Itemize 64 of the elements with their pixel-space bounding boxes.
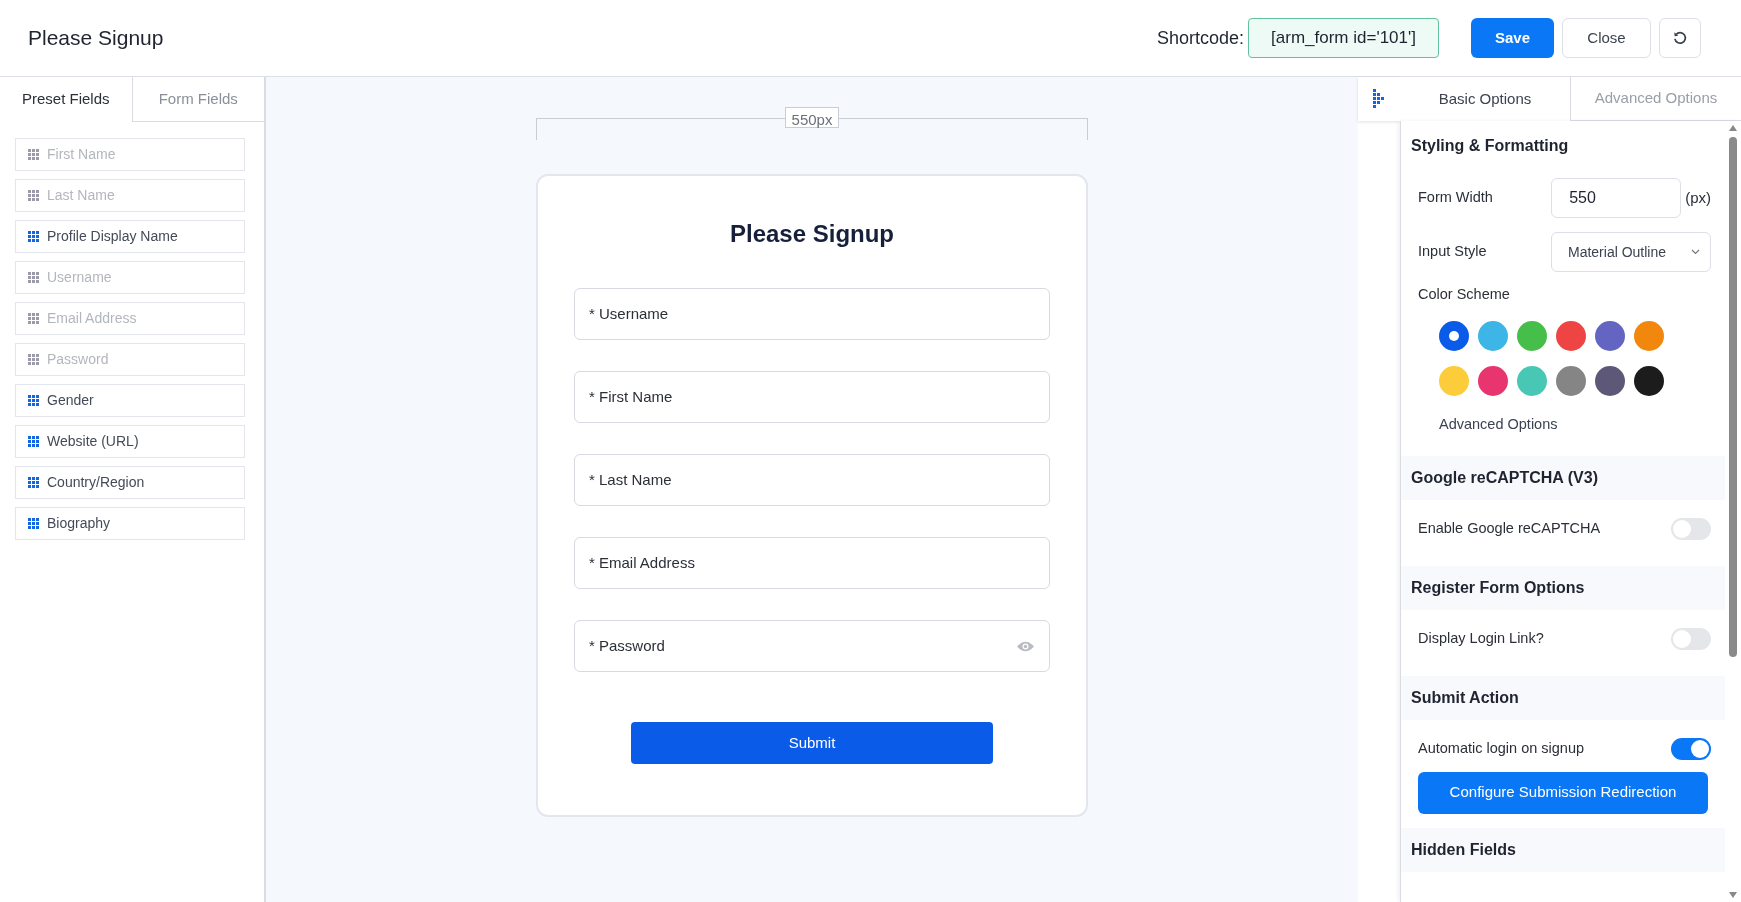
unit-label: (px) (1685, 187, 1711, 208)
panel-toggle-tab[interactable] (1358, 77, 1400, 121)
toggle-label: Enable Google reCAPTCHA (1418, 518, 1601, 538)
grid-icon (28, 231, 39, 242)
form-title: Please Signup (728, 219, 896, 249)
toggle-label: Display Login Link? (1418, 628, 1544, 648)
grid-icon (28, 313, 39, 324)
color-swatch[interactable] (1517, 320, 1547, 351)
color-swatch[interactable] (1517, 365, 1547, 396)
color-swatch[interactable] (1595, 320, 1625, 351)
color-swatch[interactable] (1439, 320, 1469, 351)
grid-icon (28, 190, 39, 201)
preset-field-item[interactable]: Country/Region (15, 466, 245, 499)
field-label: Input Style (1418, 242, 1487, 262)
password-field[interactable]: * Password (574, 620, 1050, 672)
section-heading: Hidden Fields (1401, 827, 1725, 872)
preset-field-item[interactable]: Website (URL) (15, 425, 245, 458)
grid-icon (28, 436, 39, 447)
color-swatch[interactable] (1556, 320, 1586, 351)
style-select[interactable]: Material Outline (1551, 232, 1711, 272)
input-field[interactable]: * First Name (574, 371, 1050, 423)
page-title: Please Signup (28, 25, 164, 52)
color-swatch[interactable] (1595, 365, 1625, 396)
configure-button[interactable]: Configure Submission Redirection (1418, 771, 1708, 814)
grid-icon (28, 477, 39, 488)
color-swatch[interactable] (1634, 320, 1664, 351)
color-swatch[interactable] (1478, 320, 1508, 351)
section-heading: Google reCAPTCHA (V3) (1401, 455, 1725, 500)
input-field[interactable]: * Last Name (574, 454, 1050, 506)
input-field[interactable]: * Username (574, 288, 1050, 340)
input-field[interactable]: * Email Address (574, 537, 1050, 589)
toggle-label: Automatic login on signup (1418, 738, 1585, 758)
grid-icon (28, 354, 39, 365)
color-swatch[interactable] (1439, 365, 1469, 396)
field-label: Form Width (1418, 188, 1493, 208)
shortcode-field[interactable]: [arm_form id='101'] (1248, 18, 1439, 58)
grid-icon (28, 272, 39, 283)
grid-icon (28, 518, 39, 529)
close-button[interactable]: Close (1562, 18, 1651, 58)
reset-icon (1673, 31, 1687, 45)
preset-field-item[interactable]: Biography (15, 507, 245, 540)
field-label: Color Scheme (1417, 285, 1511, 304)
color-swatch[interactable] (1556, 365, 1586, 396)
save-button[interactable]: Save (1471, 18, 1554, 58)
submit-button[interactable]: Submit (631, 722, 993, 764)
advanced-options-link[interactable]: Advanced Options (1439, 413, 1558, 436)
section-heading: Register Form Options (1401, 565, 1725, 610)
preset-field-item[interactable]: Gender (15, 384, 245, 417)
width-input[interactable]: 550 (1551, 178, 1682, 218)
grid-icon (28, 149, 39, 160)
shortcode-label: Shortcode: (1157, 26, 1245, 50)
toggle-switch[interactable] (1671, 517, 1711, 540)
toggle-switch[interactable] (1671, 627, 1711, 650)
color-swatch[interactable] (1634, 365, 1664, 396)
color-swatch[interactable] (1478, 365, 1508, 396)
eye-icon[interactable] (1016, 639, 1035, 653)
preset-field-item[interactable]: Profile Display Name (15, 220, 245, 253)
section-heading: Submit Action (1401, 675, 1725, 720)
chevron-down-icon (1691, 249, 1700, 255)
width-label: 550px (784, 107, 840, 128)
reset-button[interactable] (1659, 18, 1701, 58)
grid-icon (28, 395, 39, 406)
toggle-switch[interactable] (1671, 737, 1711, 760)
dots-icon (1372, 89, 1386, 109)
